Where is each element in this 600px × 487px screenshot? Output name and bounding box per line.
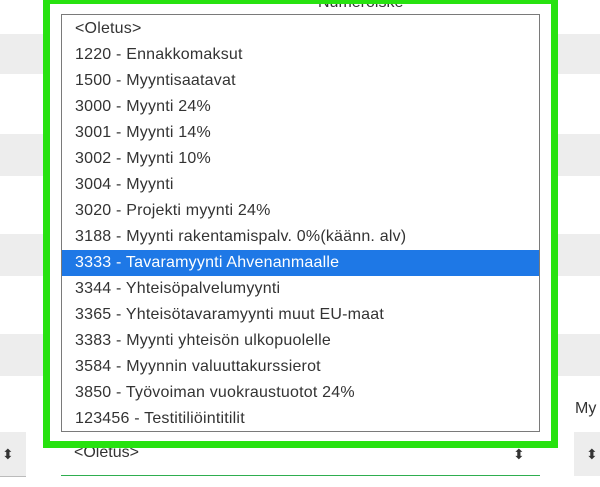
form-screen: Numeroiske My ⬍ ⬍ <Oletus> ⬍ <Oletus> 122… [0,0,600,487]
updown-arrows-icon: ⬍ [513,446,525,462]
background-field [0,334,45,376]
background-field [0,134,45,176]
updown-arrows-icon: ⬍ [586,446,598,462]
right-select-field[interactable]: ⬍ [574,432,600,476]
background-field [552,234,600,276]
background-field [0,34,45,74]
left-select-field[interactable]: ⬍ [0,432,26,477]
background-field [552,34,600,74]
field-label: My [575,400,597,417]
highlight-frame [43,0,558,448]
background-field [552,134,600,176]
background-field [552,334,600,376]
background-field [0,234,45,276]
updown-arrows-icon: ⬍ [2,446,14,462]
